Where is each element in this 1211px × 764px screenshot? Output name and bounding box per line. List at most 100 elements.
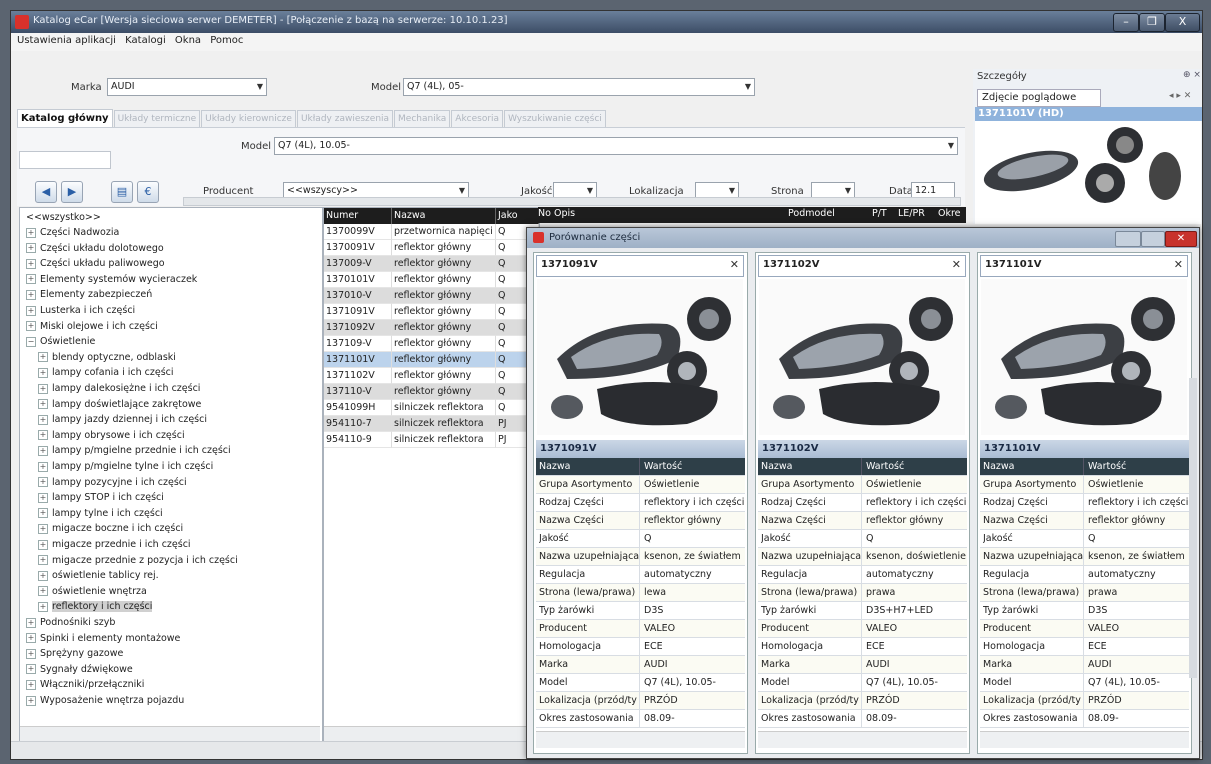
tree-scrollbar[interactable] — [20, 726, 320, 742]
marka-select[interactable]: AUDI ▼ — [107, 78, 267, 96]
compare-maximize-button[interactable] — [1141, 231, 1165, 247]
close-icon[interactable]: ✕ — [730, 258, 739, 271]
expand-icon[interactable]: + — [38, 383, 48, 394]
model-select[interactable]: Q7 (4L), 10.05- ▼ — [274, 137, 958, 155]
tree-item[interactable]: + Elementy systemów wycieraczek — [26, 272, 197, 287]
details-nav-icon[interactable]: ◂ ▸ ✕ — [1169, 91, 1191, 101]
compare-panel-tab[interactable]: 1371101V ✕ — [980, 255, 1188, 277]
quick-search-input[interactable] — [19, 151, 111, 169]
pin-icon[interactable]: ⊕ × — [1183, 70, 1201, 80]
tree-item[interactable]: + Lusterka i ich części — [26, 303, 135, 318]
tab-steering[interactable]: Układy kierownicze — [201, 110, 296, 128]
column-header-numer[interactable]: Numer — [324, 208, 392, 224]
expand-icon[interactable]: + — [26, 227, 36, 238]
tree-item[interactable]: − Oświetlenie — [26, 334, 95, 349]
tree-item[interactable]: + lampy obrysowe i ich części — [38, 428, 185, 443]
table-row[interactable]: 1371092V reflektor główny Q — [324, 320, 539, 336]
expand-icon[interactable]: + — [38, 414, 48, 425]
tree-item[interactable]: + Włączniki/przełączniki — [26, 677, 144, 692]
model-select-top[interactable]: Q7 (4L), 05- ▼ — [403, 78, 755, 96]
tree-item[interactable]: + migacze przednie z pozycja i ich części — [38, 553, 238, 568]
table-row[interactable]: 954110-9 silniczek reflektora PJ — [324, 432, 539, 448]
expand-icon[interactable]: + — [38, 601, 48, 612]
back-icon[interactable]: ◀ — [35, 181, 57, 203]
expand-icon[interactable]: + — [38, 586, 48, 597]
table-row[interactable]: 1371102V reflektor główny Q — [324, 368, 539, 384]
expand-icon[interactable]: + — [38, 461, 48, 472]
euro-icon[interactable]: € — [137, 181, 159, 203]
tree-item[interactable]: + lampy STOP i ich części — [38, 490, 164, 505]
expand-icon[interactable]: + — [26, 695, 36, 706]
table-row[interactable]: 137010-V reflektor główny Q — [324, 288, 539, 304]
expand-icon[interactable]: + — [26, 648, 36, 659]
compare-scrollbar[interactable] — [1189, 378, 1197, 678]
column-header-podmodel[interactable]: Podmodel — [788, 208, 835, 219]
forward-icon[interactable]: ▶ — [61, 181, 83, 203]
tab-preview-photo[interactable]: Zdjęcie poglądowe — [977, 89, 1101, 107]
menu-catalogs[interactable]: Katalogi — [125, 35, 166, 46]
tab-thermal[interactable]: Układy termiczne — [113, 110, 201, 128]
compare-panel-tab[interactable]: 1371091V ✕ — [536, 255, 744, 277]
expand-icon[interactable]: + — [38, 539, 48, 550]
tree-item[interactable]: + Elementy zabezpieczeń — [26, 287, 152, 302]
table-row[interactable]: 137110-V reflektor główny Q — [324, 384, 539, 400]
tree-item[interactable]: + Części Nadwozia — [26, 225, 119, 240]
tree-item[interactable]: + lampy tylne i ich części — [38, 506, 163, 521]
expand-icon[interactable]: + — [26, 305, 36, 316]
expand-icon[interactable]: + — [26, 321, 36, 332]
table-row[interactable]: 954110-7 silniczek reflektora PJ — [324, 416, 539, 432]
expand-icon[interactable]: + — [26, 258, 36, 269]
expand-icon[interactable]: + — [38, 352, 48, 363]
table-row[interactable]: 137109-V reflektor główny Q — [324, 336, 539, 352]
grid-scrollbar[interactable] — [324, 726, 537, 742]
expand-icon[interactable]: + — [38, 430, 48, 441]
tree-item[interactable]: + lampy doświetlające zakrętowe — [38, 397, 201, 412]
column-header-lepr[interactable]: LE/PR — [898, 208, 925, 219]
tree-item[interactable]: + blendy optyczne, odblaski — [38, 350, 176, 365]
table-row[interactable]: 1370099V przetwornica napięci Q — [324, 224, 539, 240]
column-header-jakosc[interactable]: Jako — [496, 208, 539, 224]
tree-item[interactable]: + oświetlenie tablicy rej. — [38, 568, 159, 583]
expand-icon[interactable]: + — [38, 367, 48, 378]
filter-scrollbar[interactable] — [183, 197, 961, 206]
maximize-button[interactable]: ❐ — [1139, 13, 1165, 32]
tree-root[interactable]: <<wszystko>> — [26, 210, 101, 225]
tree-item[interactable]: + Części układu paliwowego — [26, 256, 165, 271]
menu-windows[interactable]: Okna — [175, 35, 201, 46]
expand-icon[interactable]: + — [26, 289, 36, 300]
expand-icon[interactable]: + — [38, 555, 48, 566]
table-row[interactable]: 1370091V reflektor główny Q — [324, 240, 539, 256]
expand-icon[interactable]: + — [38, 523, 48, 534]
expand-icon[interactable]: + — [26, 617, 36, 628]
column-header-opis[interactable]: Opis — [554, 208, 575, 219]
tree-item[interactable]: + migacze przednie i ich części — [38, 537, 191, 552]
close-icon[interactable]: ✕ — [1174, 258, 1183, 271]
tree-item[interactable]: + Części układu dolotowego — [26, 241, 164, 256]
tree-item[interactable]: + Sygnały dźwiękowe — [26, 662, 133, 677]
tree-item[interactable]: + Miski olejowe i ich części — [26, 319, 158, 334]
collapse-icon[interactable]: − — [26, 336, 36, 347]
expand-icon[interactable]: + — [38, 445, 48, 456]
column-header-okres[interactable]: Okre — [938, 208, 961, 219]
expand-icon[interactable]: + — [38, 570, 48, 581]
tree-item[interactable]: + migacze boczne i ich części — [38, 521, 183, 536]
close-button[interactable]: X — [1165, 13, 1200, 32]
table-row[interactable]: 1370101V reflektor główny Q — [324, 272, 539, 288]
tree-item[interactable]: + lampy p/mgielne przednie i ich części — [38, 443, 231, 458]
tab-main-catalog[interactable]: Katalog główny — [17, 109, 113, 127]
expand-icon[interactable]: + — [26, 274, 36, 285]
tab-search-parts[interactable]: Wyszukiwanie części — [504, 110, 606, 128]
expand-icon[interactable]: + — [38, 492, 48, 503]
compare-panel-scrollbar[interactable] — [758, 731, 967, 748]
minimize-button[interactable]: – — [1113, 13, 1139, 32]
compare-panel-scrollbar[interactable] — [980, 731, 1189, 748]
column-header-no[interactable]: No — [538, 208, 551, 219]
expand-icon[interactable]: + — [26, 664, 36, 675]
compare-panel-tab[interactable]: 1371102V ✕ — [758, 255, 966, 277]
compare-minimize-button[interactable] — [1115, 231, 1141, 247]
column-header-nazwa[interactable]: Nazwa — [392, 208, 496, 224]
table-row[interactable]: 1371101V reflektor główny Q — [324, 352, 539, 368]
close-icon[interactable]: ✕ — [952, 258, 961, 271]
tab-accessories[interactable]: Akcesoria — [451, 110, 504, 128]
tab-mechanics[interactable]: Mechanika — [394, 110, 451, 128]
